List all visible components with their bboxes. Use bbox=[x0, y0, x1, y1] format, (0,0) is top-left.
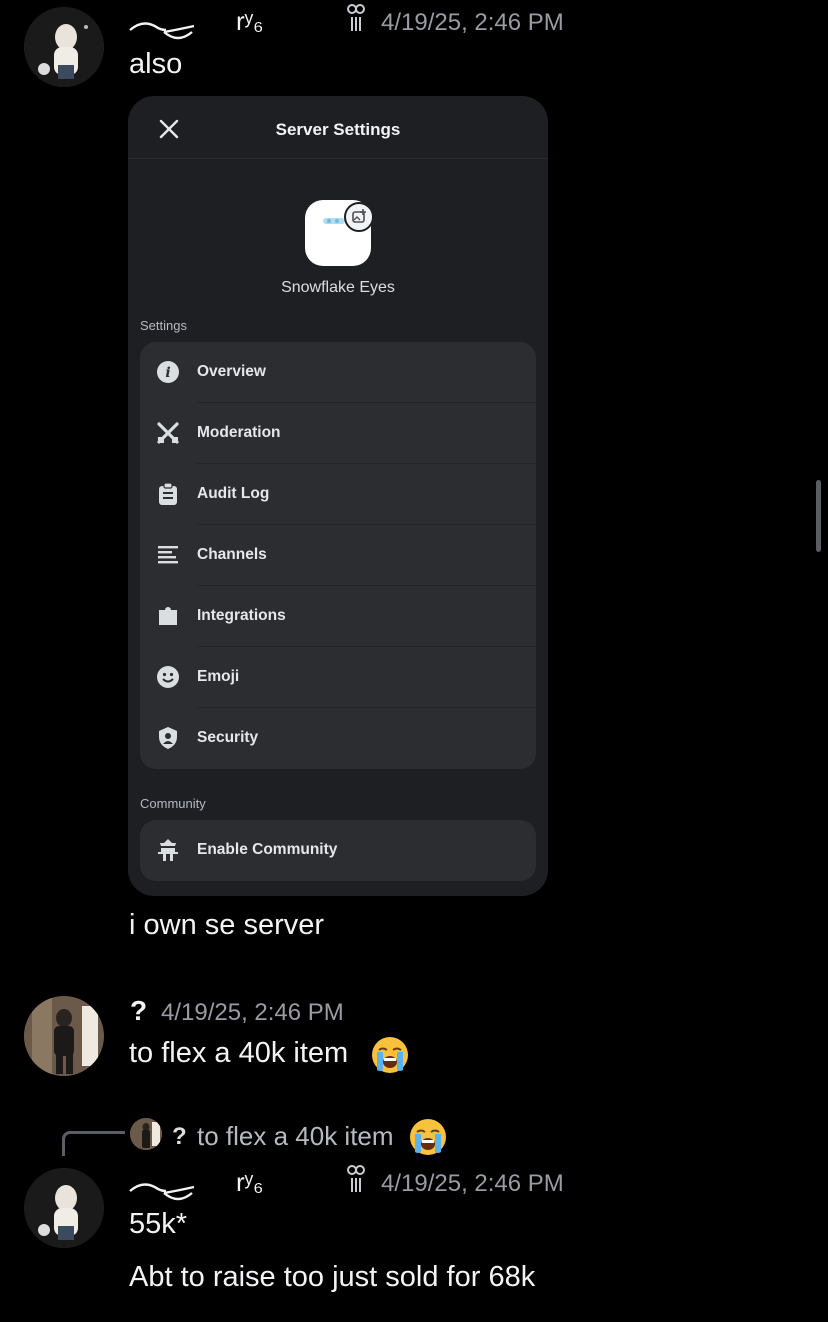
username-suffix[interactable]: rʸ₆ bbox=[236, 1167, 264, 1198]
settings-row-overview[interactable]: i Overview bbox=[140, 342, 536, 403]
section-label-community: Community bbox=[140, 796, 206, 811]
message-text: i own se server bbox=[129, 909, 325, 941]
scrollbar[interactable] bbox=[816, 480, 821, 552]
user-avatar[interactable] bbox=[24, 996, 104, 1076]
avatar-photo-icon bbox=[130, 1118, 162, 1150]
timestamp: 4/19/25, 2:46 PM bbox=[161, 999, 344, 1026]
username-glyphs-icon bbox=[129, 22, 195, 40]
community-icon bbox=[156, 838, 180, 862]
username-row[interactable] bbox=[128, 16, 200, 46]
server-name: Snowflake Eyes bbox=[281, 279, 395, 296]
reply-connector bbox=[62, 1131, 125, 1156]
settings-row-emoji[interactable]: Emoji bbox=[140, 647, 536, 708]
loudly-crying-face-emoji bbox=[371, 1036, 409, 1074]
message-text: to flex a 40k item bbox=[129, 1037, 349, 1069]
pretzel-badge-icon bbox=[346, 1164, 366, 1194]
attached-image[interactable]: Server Settings Snowflake Eyes Settings … bbox=[128, 96, 548, 896]
row-label: Emoji bbox=[197, 668, 240, 685]
settings-row-channels[interactable]: Channels bbox=[140, 525, 536, 586]
username-suffix[interactable]: rʸ₆ bbox=[236, 6, 264, 37]
settings-group: i Overview Moderation Audit Log Channels bbox=[140, 342, 536, 769]
info-icon: i bbox=[156, 360, 180, 384]
community-group: Enable Community bbox=[140, 820, 536, 881]
svg-text:i: i bbox=[165, 365, 170, 381]
message-text: Abt to raise too just sold for 68k bbox=[129, 1261, 536, 1293]
timestamp: 4/19/25, 2:46 PM bbox=[381, 1170, 564, 1197]
user-avatar[interactable] bbox=[24, 7, 104, 87]
reply-avatar[interactable] bbox=[130, 1118, 162, 1150]
row-label: Overview bbox=[197, 363, 266, 380]
user-avatar[interactable] bbox=[24, 1168, 104, 1248]
settings-row-audit-log[interactable]: Audit Log bbox=[140, 464, 536, 525]
row-label: Integrations bbox=[197, 607, 286, 624]
clipboard-icon bbox=[156, 482, 180, 506]
loudly-crying-face-emoji bbox=[409, 1118, 447, 1156]
username-row[interactable] bbox=[128, 1177, 200, 1207]
avatar-photo-icon bbox=[24, 7, 104, 87]
username[interactable]: ? bbox=[130, 995, 147, 1027]
settings-row-security[interactable]: Security bbox=[140, 708, 536, 769]
row-label: Enable Community bbox=[197, 841, 338, 858]
message-text: 55k* bbox=[129, 1208, 188, 1240]
smiley-icon bbox=[156, 665, 180, 689]
shield-icon bbox=[156, 726, 180, 750]
row-label: Audit Log bbox=[197, 485, 270, 502]
row-label: Channels bbox=[197, 546, 267, 563]
message-text: also bbox=[129, 48, 183, 80]
swords-icon bbox=[156, 421, 180, 445]
puzzle-icon bbox=[156, 604, 180, 628]
avatar-photo-icon bbox=[24, 1168, 104, 1248]
add-image-icon[interactable] bbox=[344, 202, 374, 232]
pretzel-badge-icon bbox=[346, 3, 366, 33]
reply-username[interactable]: ? bbox=[172, 1123, 187, 1151]
row-label: Security bbox=[197, 729, 259, 746]
section-label-settings: Settings bbox=[140, 318, 187, 333]
timestamp: 4/19/25, 2:46 PM bbox=[381, 9, 564, 36]
settings-row-integrations[interactable]: Integrations bbox=[140, 586, 536, 647]
text-lines-icon bbox=[156, 543, 180, 567]
reply-text[interactable]: to flex a 40k item bbox=[197, 1121, 394, 1152]
settings-row-moderation[interactable]: Moderation bbox=[140, 403, 536, 464]
settings-title: Server Settings bbox=[275, 120, 401, 139]
settings-row-enable-community[interactable]: Enable Community bbox=[140, 820, 536, 881]
row-label: Moderation bbox=[197, 424, 281, 441]
avatar-photo-icon bbox=[24, 996, 104, 1076]
username-glyphs-icon bbox=[129, 1183, 195, 1201]
settings-header: Server Settings bbox=[128, 96, 548, 159]
